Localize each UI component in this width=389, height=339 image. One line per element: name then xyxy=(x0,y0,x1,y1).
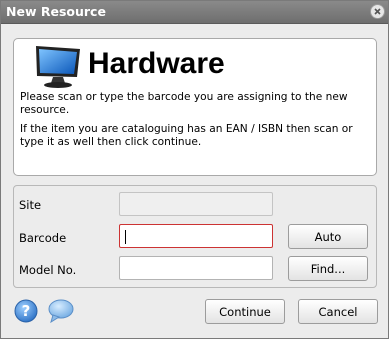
info-panel: Hardware Please scan or type the barcode… xyxy=(13,38,377,176)
window-title: New Resource xyxy=(6,4,106,19)
ean-instruction-text: If the item you are cataloguing has an E… xyxy=(20,123,353,148)
new-resource-dialog: New Resource Hardware Please scan or typ… xyxy=(0,0,389,339)
close-button[interactable] xyxy=(370,4,385,19)
svg-text:?: ? xyxy=(22,302,31,320)
site-label: Site xyxy=(19,198,42,212)
cancel-button[interactable]: Cancel xyxy=(298,299,378,324)
text-caret xyxy=(125,230,126,244)
site-field xyxy=(119,192,273,216)
model-field[interactable] xyxy=(119,256,273,280)
chat-icon[interactable] xyxy=(47,299,75,323)
auto-button[interactable]: Auto xyxy=(288,224,368,249)
find-button[interactable]: Find... xyxy=(288,256,368,281)
continue-button[interactable]: Continue xyxy=(205,299,285,324)
instruction-text: Please scan or type the barcode you are … xyxy=(20,91,348,116)
titlebar[interactable]: New Resource xyxy=(1,1,388,24)
barcode-field[interactable] xyxy=(119,224,273,248)
page-heading: Hardware xyxy=(88,47,225,80)
help-icon[interactable]: ? xyxy=(14,299,38,323)
monitor-icon xyxy=(36,46,80,88)
model-label: Model No. xyxy=(19,263,77,277)
barcode-label: Barcode xyxy=(19,231,67,245)
close-icon xyxy=(374,8,381,15)
